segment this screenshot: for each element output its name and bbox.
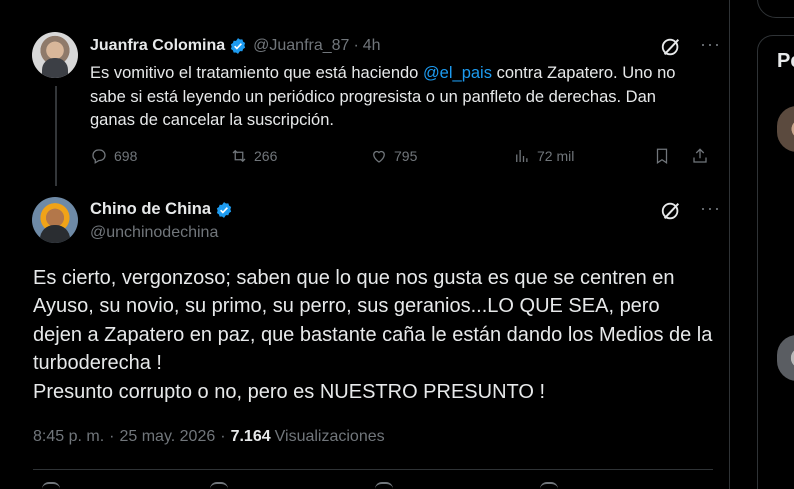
reply-author-name[interactable]: Chino de China xyxy=(90,200,211,219)
like-button[interactable]: 795 xyxy=(370,147,417,165)
parent-tweet-top-actions: ··· xyxy=(660,35,721,58)
reply-icon[interactable] xyxy=(42,482,60,489)
divider xyxy=(33,469,713,470)
repost-icon xyxy=(232,149,246,163)
grok-icon[interactable] xyxy=(660,36,682,58)
parent-tweet-actions: 698 266 795 72 mil xyxy=(90,147,712,169)
reply-tweet-text: Es cierto, vergonzoso; saben que lo que … xyxy=(33,264,713,406)
reply-tweet-top-actions: ··· xyxy=(660,199,721,222)
sidebar-panel xyxy=(757,35,794,489)
reply-count: 698 xyxy=(114,148,138,164)
reply-text-paragraph: Es cierto, vergonzoso; saben que lo que … xyxy=(33,267,713,375)
grok-icon[interactable] xyxy=(660,200,682,222)
views-icon xyxy=(516,150,528,162)
reply-views-label: Visualizaciones xyxy=(274,428,385,445)
bookmark-icon[interactable] xyxy=(540,482,558,489)
parent-text-part: Es vomitivo el tratamiento que está haci… xyxy=(90,64,423,82)
meta-separator: · xyxy=(109,428,115,445)
parent-tweet-time[interactable]: 4h xyxy=(363,37,381,55)
repost-button[interactable]: 266 xyxy=(230,147,277,165)
parent-tweet-text: Es vomitivo el tratamiento que está haci… xyxy=(90,62,700,133)
reply-text-paragraph: Presunto corrupto o no, pero es NUESTRO … xyxy=(33,380,546,403)
views-count: 72 mil xyxy=(537,148,575,164)
reply-views-count: 7.164 xyxy=(230,428,271,445)
reply-date[interactable]: 25 may. 2026 xyxy=(119,428,215,446)
reply-author-handle[interactable]: @unchinodechina xyxy=(90,224,218,242)
more-icon[interactable]: ··· xyxy=(700,35,721,53)
like-count: 795 xyxy=(394,148,418,164)
sidebar-panel-title: Pe xyxy=(777,50,794,72)
verified-badge-icon xyxy=(231,38,246,54)
share-icon xyxy=(693,148,707,163)
views-button[interactable]: 72 mil xyxy=(513,147,574,165)
mention-link[interactable]: @el_pais xyxy=(423,64,492,82)
reply-tweet-meta: 8:45 p. m. · 25 may. 2026 · 7.164 Visual… xyxy=(33,428,385,446)
reply-icon xyxy=(92,149,106,164)
repost-count: 266 xyxy=(254,148,278,164)
like-icon xyxy=(373,150,385,163)
more-icon[interactable]: ··· xyxy=(700,199,721,217)
parent-author-avatar[interactable] xyxy=(32,32,78,78)
parent-author-name[interactable]: Juanfra Colomina xyxy=(90,37,225,55)
thread-connector-line xyxy=(55,86,57,186)
share-button[interactable] xyxy=(691,147,709,165)
header-separator: · xyxy=(353,37,359,54)
reply-author-row: Chino de China xyxy=(90,200,233,219)
bookmark-button[interactable] xyxy=(653,147,671,165)
reply-time[interactable]: 8:45 p. m. xyxy=(33,428,104,446)
repost-icon[interactable] xyxy=(210,482,228,489)
meta-separator: · xyxy=(220,428,226,445)
reply-button[interactable]: 698 xyxy=(90,147,137,165)
parent-author-handle[interactable]: @Juanfra_87 xyxy=(253,37,349,55)
bookmark-icon xyxy=(656,148,668,164)
like-icon[interactable] xyxy=(375,482,393,489)
parent-tweet-header: Juanfra Colomina @Juanfra_87 · 4h xyxy=(90,36,381,56)
reply-author-avatar[interactable] xyxy=(32,197,78,243)
verified-badge-icon xyxy=(216,201,232,218)
